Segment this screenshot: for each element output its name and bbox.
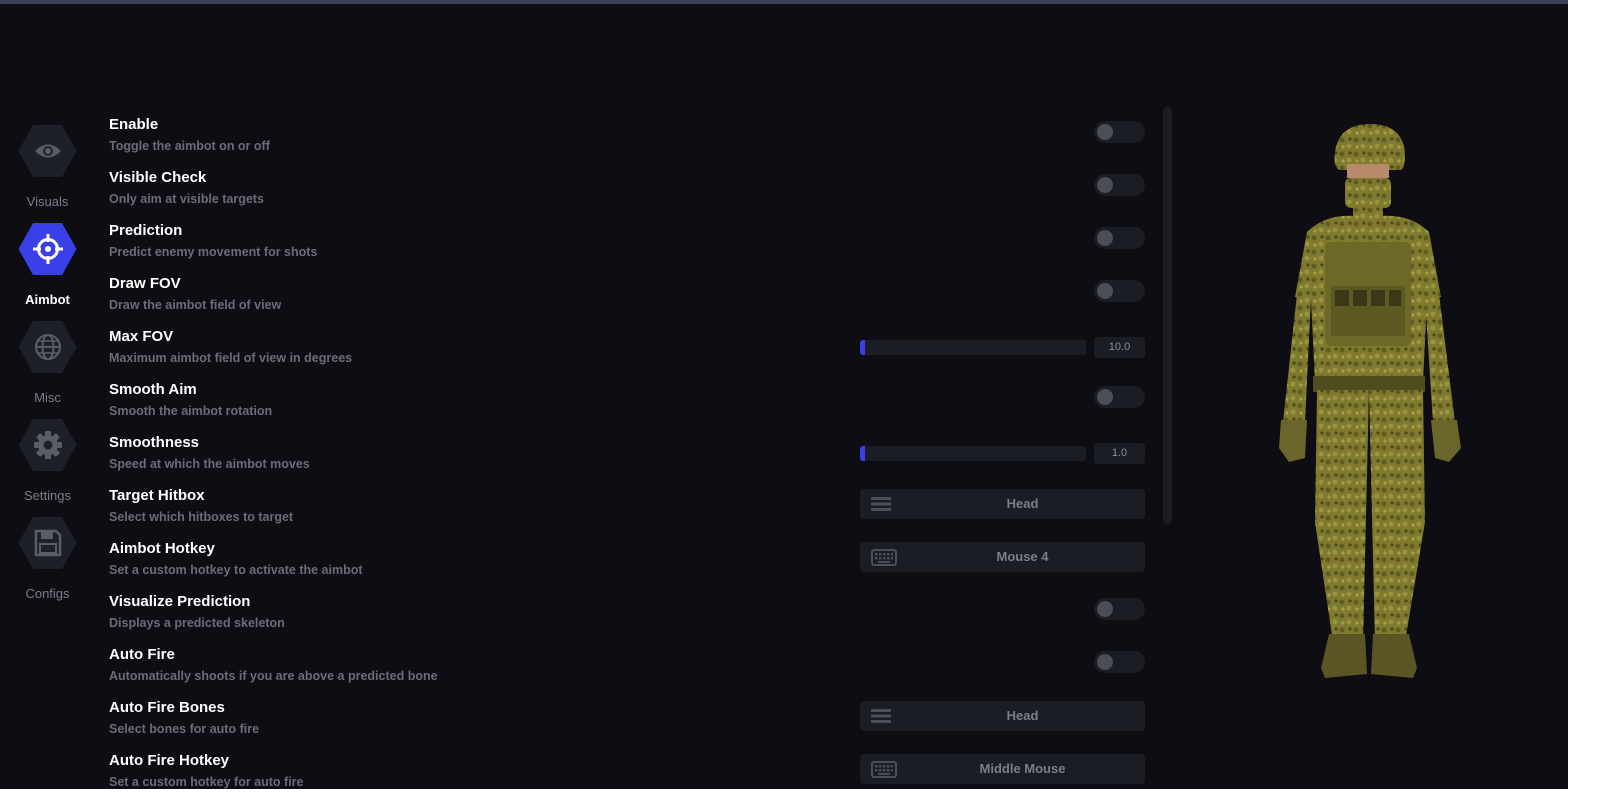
- toggle-knob: [1097, 230, 1113, 246]
- toggle-knob: [1097, 177, 1113, 193]
- auto-fire-bones-dropdown[interactable]: Head: [860, 701, 1145, 731]
- setting-title: Smooth Aim: [109, 381, 197, 398]
- crosshair-icon: [18, 223, 77, 275]
- setting-row-visible-check: Visible Check Only aim at visible target…: [109, 169, 1149, 222]
- sidebar-item-label: Configs: [25, 586, 70, 601]
- smoothness-slider[interactable]: [860, 446, 1086, 461]
- max-fov-slider[interactable]: [860, 340, 1086, 355]
- draw-fov-toggle[interactable]: [1094, 280, 1145, 302]
- setting-row-prediction: Prediction Predict enemy movement for sh…: [109, 222, 1149, 275]
- auto-fire-toggle[interactable]: [1094, 651, 1145, 673]
- setting-row-smooth-aim: Smooth Aim Smooth the aimbot rotation: [109, 381, 1149, 434]
- setting-row-target-hitbox: Target Hitbox Select which hitboxes to t…: [109, 487, 1149, 540]
- target-hitbox-dropdown[interactable]: Head: [860, 489, 1145, 519]
- hotkey-value: Mouse 4: [996, 549, 1049, 564]
- sidebar-item-misc[interactable]: Misc: [0, 321, 95, 405]
- setting-description: Displays a predicted skeleton: [109, 616, 285, 630]
- auto-fire-hotkey-button[interactable]: Middle Mouse: [860, 754, 1145, 784]
- globe-icon: [18, 321, 77, 373]
- toggle-knob: [1097, 283, 1113, 299]
- setting-row-smoothness: Smoothness Speed at which the aimbot mov…: [109, 434, 1149, 487]
- setting-description: Draw the aimbot field of view: [109, 298, 282, 312]
- setting-row-enable: Enable Toggle the aimbot on or off: [109, 116, 1149, 169]
- dropdown-value: Head: [1006, 708, 1039, 723]
- character-model-preview: [1255, 122, 1475, 687]
- enable-toggle[interactable]: [1094, 121, 1145, 143]
- toggle-knob: [1097, 389, 1113, 405]
- setting-title: Visible Check: [109, 169, 207, 186]
- toggle-knob: [1097, 124, 1113, 140]
- sidebar-item-label: Aimbot: [25, 292, 70, 307]
- setting-row-max-fov: Max FOV Maximum aimbot field of view in …: [109, 328, 1149, 381]
- slider-fill: [860, 340, 865, 355]
- slider-fill: [860, 446, 865, 461]
- setting-description: Only aim at visible targets: [109, 192, 264, 206]
- smoothness-value[interactable]: 1.0: [1094, 443, 1145, 464]
- setting-title: Draw FOV: [109, 275, 181, 292]
- setting-row-aimbot-hotkey: Aimbot Hotkey Set a custom hotkey to act…: [109, 540, 1149, 593]
- setting-description: Set a custom hotkey to activate the aimb…: [109, 563, 363, 577]
- max-fov-value[interactable]: 10.0: [1094, 337, 1145, 358]
- setting-row-draw-fov: Draw FOV Draw the aimbot field of view: [109, 275, 1149, 328]
- toggle-knob: [1097, 654, 1113, 670]
- dropdown-value: Head: [1006, 496, 1039, 511]
- sidebar-item-visuals[interactable]: Visuals: [0, 125, 95, 209]
- setting-description: Toggle the aimbot on or off: [109, 139, 270, 153]
- settings-scrollbar[interactable]: [1163, 107, 1172, 524]
- sidebar-item-label: Misc: [34, 390, 61, 405]
- app-window: Visuals Aimbot Misc Settings Configs Ena…: [0, 0, 1568, 789]
- setting-description: Select which hitboxes to target: [109, 510, 294, 524]
- visible-check-toggle[interactable]: [1094, 174, 1145, 196]
- sidebar-item-configs[interactable]: Configs: [0, 517, 95, 601]
- aimbot-hotkey-button[interactable]: Mouse 4: [860, 542, 1145, 572]
- sidebar-item-label: Visuals: [26, 194, 69, 209]
- setting-title: Auto Fire Hotkey: [109, 752, 230, 769]
- toggle-knob: [1097, 601, 1113, 617]
- setting-title: Aimbot Hotkey: [109, 540, 215, 557]
- setting-description: Smooth the aimbot rotation: [109, 404, 273, 418]
- keyboard-icon: [871, 761, 897, 783]
- setting-title: Prediction: [109, 222, 183, 239]
- list-icon: [871, 496, 891, 517]
- setting-row-auto-fire-hotkey: Auto Fire Hotkey Set a custom hotkey for…: [109, 752, 1149, 789]
- setting-description: Select bones for auto fire: [109, 722, 260, 736]
- setting-description: Set a custom hotkey for auto fire: [109, 775, 304, 789]
- sidebar-item-settings[interactable]: Settings: [0, 419, 95, 503]
- setting-row-visualize-prediction: Visualize Prediction Displays a predicte…: [109, 593, 1149, 646]
- list-icon: [871, 708, 891, 729]
- setting-description: Maximum aimbot field of view in degrees: [109, 351, 353, 365]
- setting-description: Speed at which the aimbot moves: [109, 457, 310, 471]
- setting-row-auto-fire-bones: Auto Fire Bones Select bones for auto fi…: [109, 699, 1149, 752]
- prediction-toggle[interactable]: [1094, 227, 1145, 249]
- setting-title: Target Hitbox: [109, 487, 205, 504]
- setting-title: Auto Fire Bones: [109, 699, 225, 716]
- sidebar-item-aimbot[interactable]: Aimbot: [0, 223, 95, 307]
- setting-title: Enable: [109, 116, 159, 133]
- hotkey-value: Middle Mouse: [979, 761, 1066, 776]
- eye-icon: [18, 125, 77, 177]
- visualize-prediction-toggle[interactable]: [1094, 598, 1145, 620]
- setting-title: Auto Fire: [109, 646, 175, 663]
- save-icon: [18, 517, 77, 569]
- setting-title: Smoothness: [109, 434, 200, 451]
- setting-title: Max FOV: [109, 328, 174, 345]
- smooth-aim-toggle[interactable]: [1094, 386, 1145, 408]
- sidebar-item-label: Settings: [24, 488, 71, 503]
- setting-row-auto-fire: Auto Fire Automatically shoots if you ar…: [109, 646, 1149, 699]
- setting-description: Automatically shoots if you are above a …: [109, 669, 438, 683]
- setting-description: Predict enemy movement for shots: [109, 245, 318, 259]
- keyboard-icon: [871, 549, 897, 571]
- gear-icon: [18, 419, 77, 471]
- setting-title: Visualize Prediction: [109, 593, 251, 610]
